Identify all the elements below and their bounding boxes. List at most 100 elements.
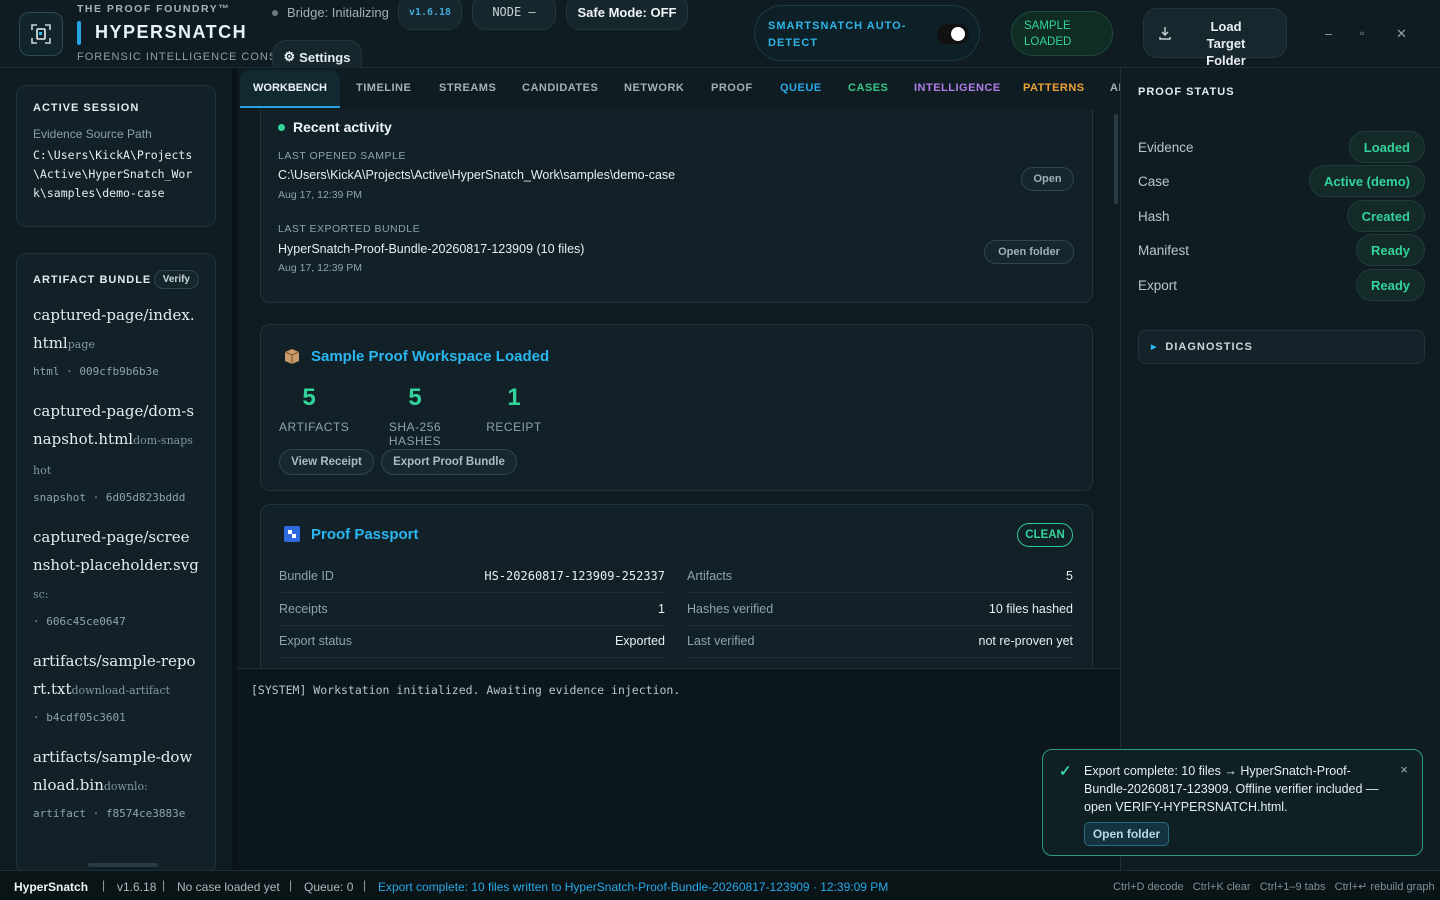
status-bar: HyperSnatch | v1.6.18 | No case loaded y… xyxy=(0,870,1440,900)
tab-candidates[interactable]: CANDIDATES xyxy=(522,82,598,94)
receipt-stat: 1 RECEIPT xyxy=(486,383,542,434)
artifact-bundle-card: ARTIFACT BUNDLE Verify captured-page/ind… xyxy=(16,253,216,873)
status-evidence-badge: Loaded xyxy=(1348,131,1425,163)
toast-open-folder-button[interactable]: Open folder xyxy=(1084,822,1169,846)
evidence-source-label: Evidence Source Path xyxy=(33,127,152,141)
gear-icon: ⚙ xyxy=(283,49,296,64)
brand-kicker: THE PROOF FOUNDRY™ xyxy=(77,3,231,15)
autodetect-toggle[interactable] xyxy=(937,24,969,44)
status-separator: | xyxy=(363,878,367,892)
artifact-bundle-title: ARTIFACT BUNDLE xyxy=(33,273,152,286)
hashes-stat-label: SHA-256 HASHES xyxy=(388,420,442,448)
open-sample-button[interactable]: Open xyxy=(1021,167,1074,191)
export-status-value: Exported xyxy=(614,634,665,648)
receipts-value: 1 xyxy=(658,602,665,616)
sample-loaded-badge: SAMPLE LOADED xyxy=(1011,11,1113,56)
toast-message: Export complete: 10 files → HyperSnatch-… xyxy=(1084,764,1379,814)
status-version: v1.6.18 xyxy=(117,880,157,894)
status-manifest-badge: Ready xyxy=(1355,234,1425,266)
artifact-item[interactable]: artifacts/sample-report.txtdownload-arti… xyxy=(33,647,199,731)
receipt-count: 1 xyxy=(507,384,521,411)
artifact-item[interactable]: artifacts/sample-download.bindownlo: arti… xyxy=(33,743,199,827)
view-receipt-button[interactable]: View Receipt xyxy=(279,449,374,475)
tab-proof[interactable]: PROOF xyxy=(711,82,753,94)
main-scrollbar[interactable] xyxy=(1114,114,1118,204)
status-message: Export complete: 10 files written to Hyp… xyxy=(378,880,889,894)
passport-title: Proof Passport xyxy=(311,525,419,543)
export-toast: ✓ Export complete: 10 files → HyperSnatc… xyxy=(1042,749,1423,856)
status-export-badge: Ready xyxy=(1355,269,1425,301)
triangle-right-icon: ▶ xyxy=(1151,344,1158,351)
artifact-kind: sc: xyxy=(33,588,49,601)
verify-button[interactable]: Verify xyxy=(153,270,199,289)
artifact-path: captured-page/dom-snapshot.htmldom-snaps… xyxy=(33,397,199,485)
tab-streams[interactable]: STREAMS xyxy=(439,82,496,94)
active-session-card: ACTIVE SESSION Evidence Source Path C:\U… xyxy=(16,85,216,227)
status-row-evidence: Evidence Loaded xyxy=(1138,130,1425,164)
status-shortcuts: Ctrl+D decode Ctrl+K clear Ctrl+1–9 tabs… xyxy=(1113,881,1435,893)
bundle-id-row: Bundle ID HS-20260817-123909-252337 xyxy=(279,560,665,593)
passport-heading: Proof Passport xyxy=(283,525,419,543)
active-session-title: ACTIVE SESSION xyxy=(33,102,140,114)
artifact-path: captured-page/index.htmlpage xyxy=(33,301,199,359)
status-row-manifest: Manifest Ready xyxy=(1138,233,1425,267)
last-verified-value: not re-proven yet xyxy=(978,634,1074,648)
artifact-item[interactable]: captured-page/screenshot-placeholder.svg… xyxy=(33,523,199,635)
status-separator: | xyxy=(289,878,293,892)
safe-mode-toggle[interactable]: Safe Mode: OFF xyxy=(566,0,688,30)
status-manifest-label: Manifest xyxy=(1138,242,1190,258)
sidebar-scrollbar[interactable] xyxy=(88,863,158,867)
artifacts-stat: 5 ARTIFACTS xyxy=(279,383,349,434)
status-row-hash: Hash Created xyxy=(1138,199,1425,233)
tab-workbench[interactable]: WORKBENCH xyxy=(240,70,340,108)
diagnostics-toggle[interactable]: ▶ DIAGNOSTICS xyxy=(1138,330,1425,364)
close-window-button[interactable]: ✕ xyxy=(1396,26,1407,42)
tab-queue[interactable]: QUEUE xyxy=(780,82,822,94)
tab-timeline[interactable]: TIMELINE xyxy=(356,82,411,94)
status-hash-label: Hash xyxy=(1138,208,1170,224)
toast-close-button[interactable]: × xyxy=(1400,762,1408,777)
hashes-count: 5 xyxy=(408,384,422,411)
tab-ai[interactable]: AI xyxy=(1110,82,1120,94)
workbench-main: Recent activity LAST OPENED SAMPLE C:\Us… xyxy=(238,110,1120,668)
last-opened-path: C:\Users\KickA\Projects\Active\HyperSnat… xyxy=(278,168,676,182)
last-opened-time: Aug 17, 12:39 PM xyxy=(278,189,363,201)
open-folder-button[interactable]: Open folder xyxy=(984,240,1074,264)
download-icon xyxy=(1159,27,1171,40)
autodetect-switch[interactable]: SMARTSNATCH AUTO-DETECT xyxy=(754,5,980,61)
artifact-path: captured-page/screenshot-placeholder.svg… xyxy=(33,523,199,609)
console-line: [SYSTEM] Workstation initialized. Awaiti… xyxy=(251,683,681,697)
receipts-row: Receipts 1 xyxy=(279,593,665,626)
artifact-item[interactable]: captured-page/dom-snapshot.htmldom-snaps… xyxy=(33,397,199,511)
artifact-path: artifacts/sample-download.bindownlo: xyxy=(33,743,199,801)
package-icon xyxy=(284,349,300,364)
last-verified-row: Last verified not re-proven yet xyxy=(687,625,1073,658)
export-proof-bundle-button[interactable]: Export Proof Bundle xyxy=(381,449,517,475)
last-opened-label: LAST OPENED SAMPLE xyxy=(278,150,406,162)
tab-patterns[interactable]: PATTERNS xyxy=(1023,82,1085,94)
status-queue: Queue: 0 xyxy=(304,880,354,894)
maximize-button[interactable]: ▫ xyxy=(1360,26,1364,40)
tab-intelligence[interactable]: INTELLIGENCE xyxy=(914,82,1001,94)
artifacts-row: Artifacts 5 xyxy=(687,560,1073,593)
proof-status-title: PROOF STATUS xyxy=(1138,86,1235,98)
status-case-badge: Active (demo) xyxy=(1309,165,1425,197)
left-sidebar: ACTIVE SESSION Evidence Source Path C:\U… xyxy=(0,68,232,873)
sample-workspace-panel: Sample Proof Workspace Loaded 5 ARTIFACT… xyxy=(260,324,1093,491)
app-logo xyxy=(19,12,63,56)
autodetect-label: SMARTSNATCH AUTO-DETECT xyxy=(768,20,907,49)
artifact-meta: · b4cdf05c3601 xyxy=(33,711,126,724)
evidence-source-path: C:\Users\KickA\Projects\Active\HyperSnat… xyxy=(33,148,193,200)
artifact-path-text: captured-page/index.html xyxy=(33,306,195,352)
receipt-stat-label: RECEIPT xyxy=(486,420,542,434)
export-status-label: Export status xyxy=(279,634,352,648)
status-evidence-label: Evidence xyxy=(1138,139,1194,155)
export-status-row: Export status Exported xyxy=(279,625,665,658)
tab-cases[interactable]: CASES xyxy=(848,82,888,94)
load-target-folder-button[interactable]: Load Target Folder xyxy=(1143,8,1287,68)
minimize-button[interactable]: – xyxy=(1325,26,1332,41)
tab-network[interactable]: NETWORK xyxy=(624,82,684,94)
app-name: HYPERSNATCH xyxy=(95,22,248,42)
toggle-knob xyxy=(951,27,965,41)
artifact-item[interactable]: captured-page/index.htmlpage html · 009cf… xyxy=(33,301,199,385)
